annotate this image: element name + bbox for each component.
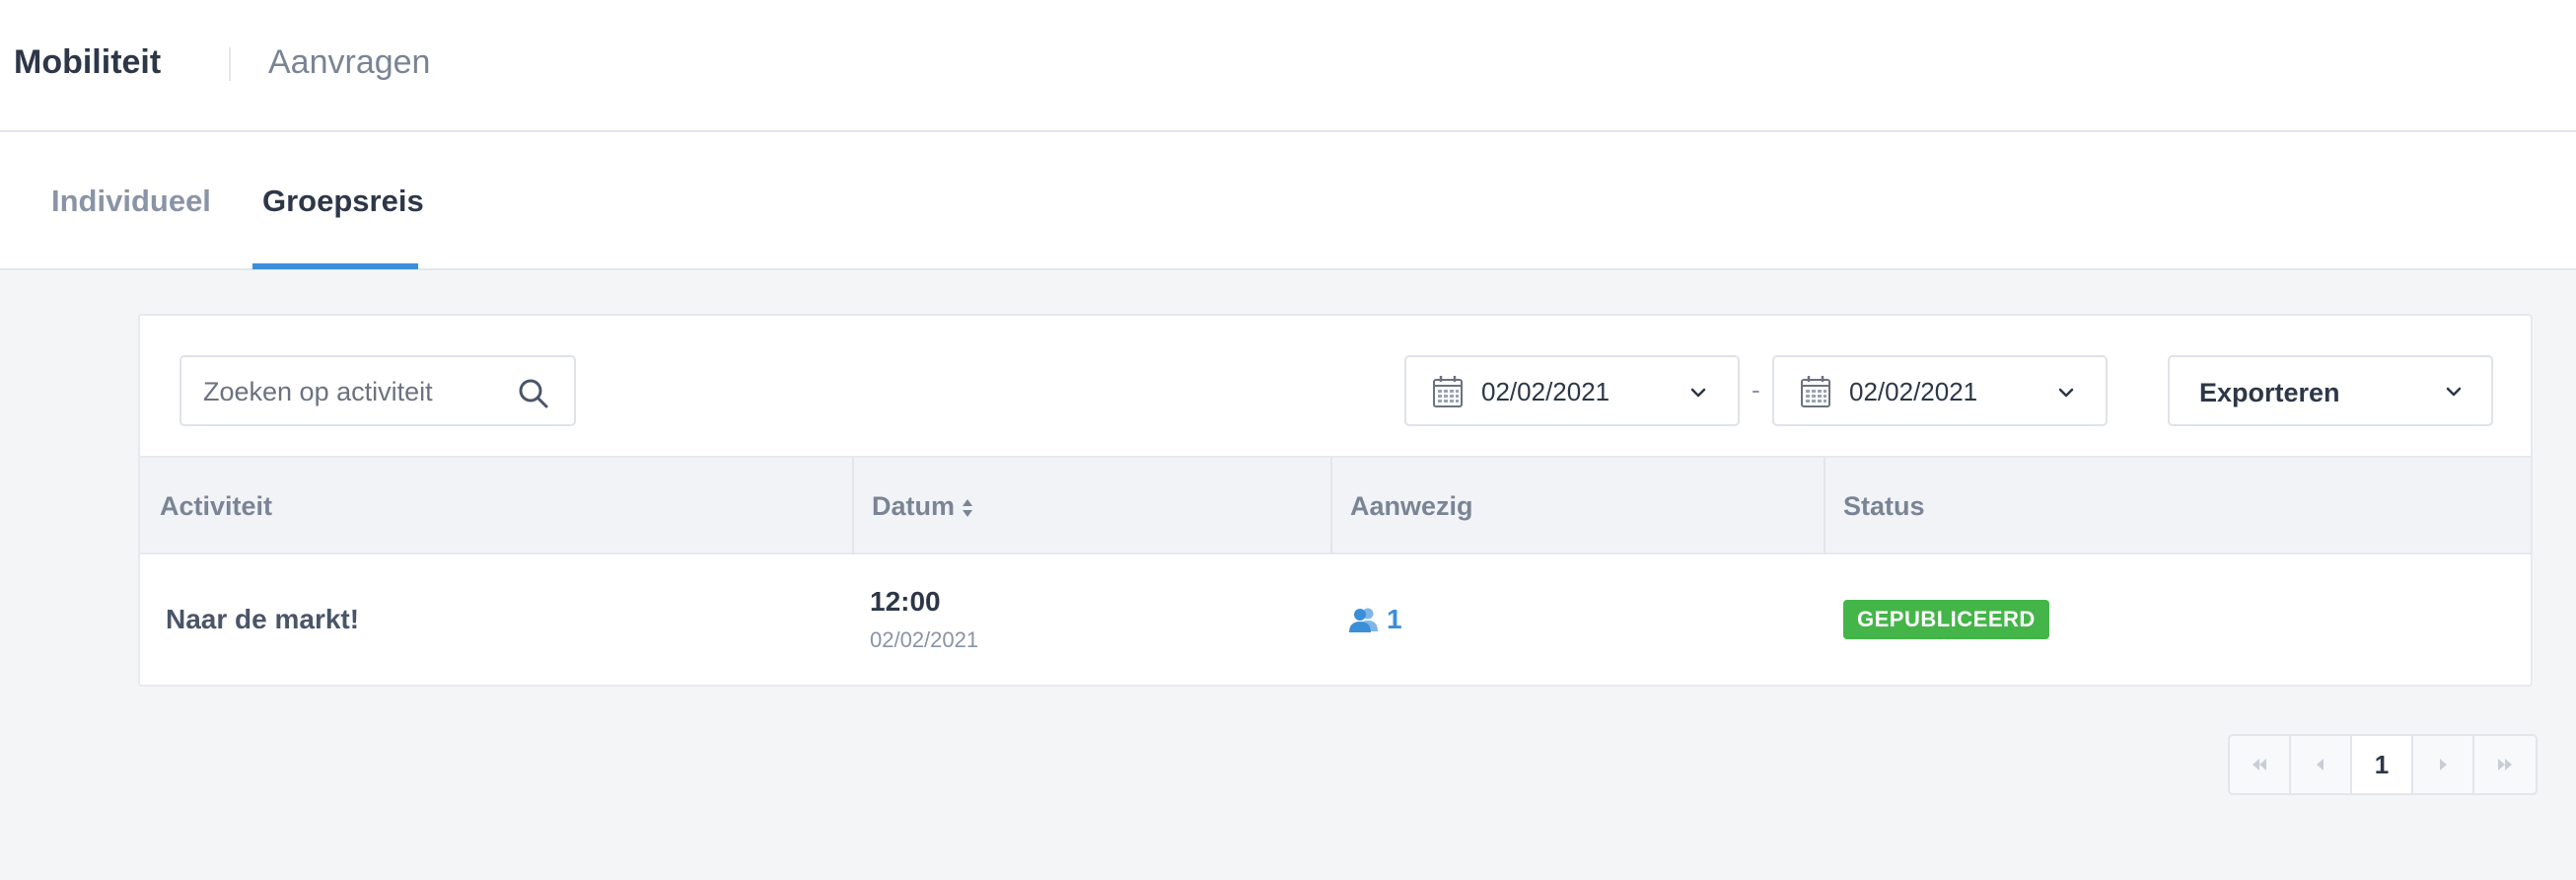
sort-icon[interactable] bbox=[961, 497, 974, 519]
chevron-down-icon bbox=[2058, 388, 2074, 398]
activities-card: 02/02/2021 - 02/02/2021 Exporteren bbox=[138, 314, 2533, 687]
date-range-separator: - bbox=[1752, 375, 1760, 404]
column-divider bbox=[852, 458, 854, 556]
table-header: Activiteit Datum Aanwezig Status bbox=[140, 456, 2531, 556]
chevron-down-icon bbox=[2446, 387, 2462, 397]
search-icon[interactable] bbox=[517, 377, 550, 410]
status-badge: GEPUBLICEERD bbox=[1843, 600, 2049, 639]
search-box bbox=[179, 355, 576, 426]
top-bar: Mobiliteit Aanvragen bbox=[0, 0, 2576, 132]
double-chevron-right-icon bbox=[2498, 759, 2512, 770]
activity-date: 02/02/2021 bbox=[870, 627, 979, 652]
calendar-icon bbox=[1433, 376, 1463, 407]
chevron-left-icon bbox=[2317, 759, 2324, 770]
table-row[interactable]: Naar de markt! 12:00 02/02/2021 1 GEPUBL… bbox=[140, 554, 2531, 685]
activity-time: 12:00 bbox=[870, 586, 941, 617]
column-header-activiteit: Activiteit bbox=[160, 491, 273, 521]
page-number-button[interactable]: 1 bbox=[2352, 736, 2413, 793]
calendar-icon bbox=[1801, 376, 1830, 407]
nav-link-aanvragen[interactable]: Aanvragen bbox=[268, 43, 430, 82]
first-page-button[interactable] bbox=[2230, 736, 2291, 793]
tab-groepsreis[interactable]: Groepsreis bbox=[262, 183, 424, 219]
date-from-picker[interactable]: 02/02/2021 bbox=[1404, 355, 1740, 426]
chevron-down-icon bbox=[1690, 388, 1706, 398]
export-dropdown[interactable]: Exporteren bbox=[2168, 355, 2493, 426]
export-label: Exporteren bbox=[2199, 378, 2340, 407]
active-tab-indicator bbox=[252, 263, 418, 269]
last-page-button[interactable] bbox=[2474, 736, 2536, 793]
topbar-divider bbox=[229, 47, 231, 81]
app-title: Mobiliteit bbox=[14, 43, 162, 81]
date-from-value: 02/02/2021 bbox=[1481, 377, 1610, 406]
activity-name[interactable]: Naar de markt! bbox=[166, 604, 359, 635]
column-divider bbox=[1330, 458, 1332, 556]
column-header-datum-label: Datum bbox=[872, 491, 956, 521]
search-input[interactable] bbox=[203, 373, 509, 410]
date-to-value: 02/02/2021 bbox=[1849, 377, 1978, 406]
previous-page-button[interactable] bbox=[2291, 736, 2352, 793]
attendees-link[interactable]: 1 bbox=[1349, 604, 1402, 635]
double-chevron-left-icon bbox=[2253, 759, 2266, 770]
column-header-status: Status bbox=[1843, 491, 1925, 521]
pagination: 1 bbox=[2228, 734, 2538, 795]
tab-bar: Individueel Groepsreis bbox=[0, 132, 2576, 270]
date-to-picker[interactable]: 02/02/2021 bbox=[1772, 355, 2108, 426]
column-header-datum[interactable]: Datum bbox=[872, 491, 974, 522]
column-header-aanwezig: Aanwezig bbox=[1350, 491, 1473, 521]
attendees-count: 1 bbox=[1387, 604, 1402, 634]
tab-individueel[interactable]: Individueel bbox=[51, 183, 211, 219]
column-divider bbox=[1824, 458, 1825, 556]
next-page-button[interactable] bbox=[2413, 736, 2474, 793]
chevron-right-icon bbox=[2440, 759, 2447, 770]
users-icon bbox=[1349, 608, 1378, 632]
